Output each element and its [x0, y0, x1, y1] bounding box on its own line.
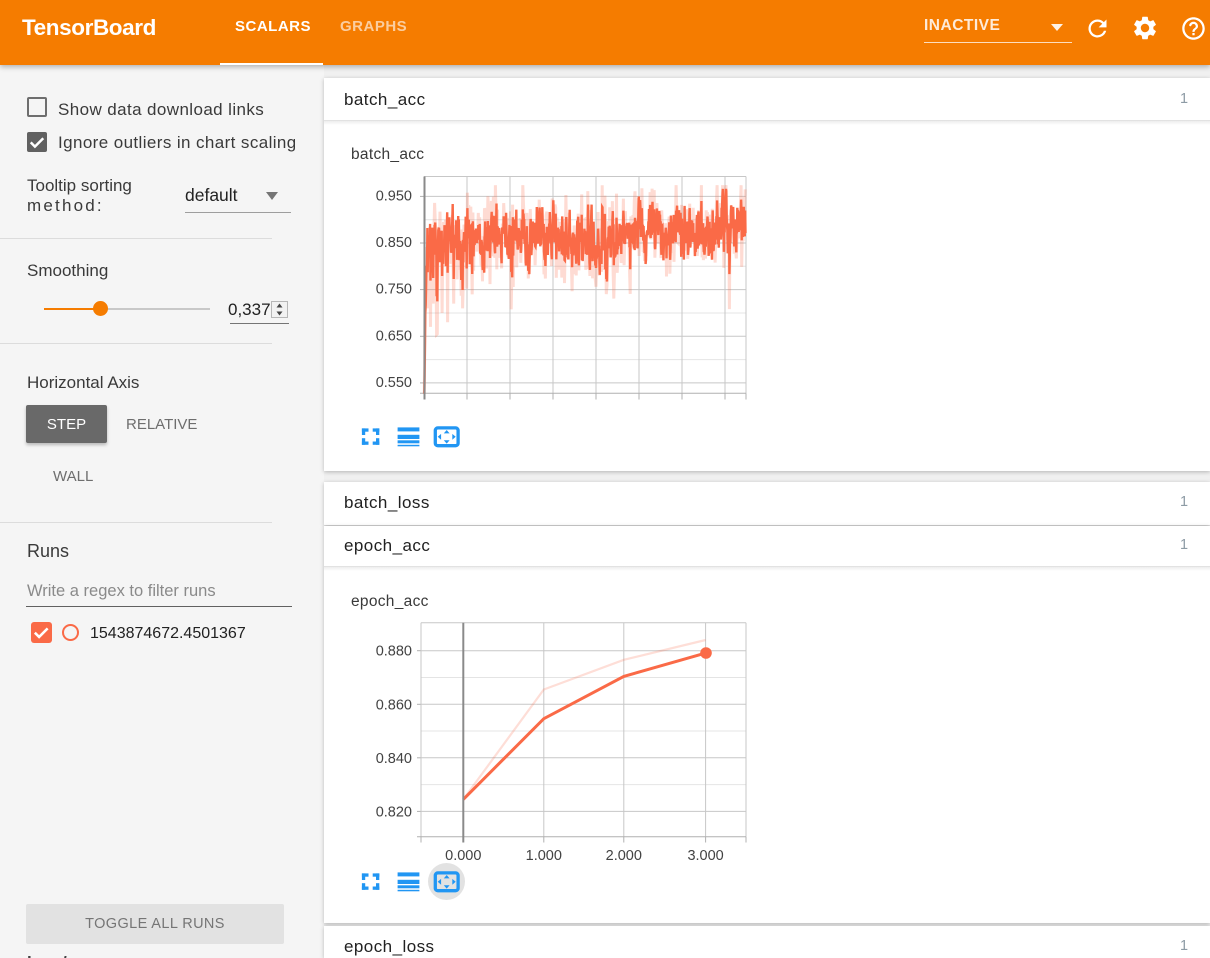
svg-text:0.650: 0.650	[376, 328, 412, 344]
svg-text:2.000: 2.000	[606, 848, 642, 864]
svg-text:0.840: 0.840	[376, 751, 412, 767]
svg-text:3.000: 3.000	[687, 848, 723, 864]
svg-text:0.750: 0.750	[376, 282, 412, 298]
svg-text:0.880: 0.880	[376, 644, 412, 660]
svg-text:0.000: 0.000	[445, 848, 481, 864]
svg-text:0.950: 0.950	[376, 188, 412, 204]
svg-text:0.860: 0.860	[376, 697, 412, 713]
svg-text:0.550: 0.550	[376, 375, 412, 391]
svg-text:0.850: 0.850	[376, 235, 412, 251]
svg-text:1.000: 1.000	[526, 848, 562, 864]
svg-text:0.820: 0.820	[376, 804, 412, 820]
